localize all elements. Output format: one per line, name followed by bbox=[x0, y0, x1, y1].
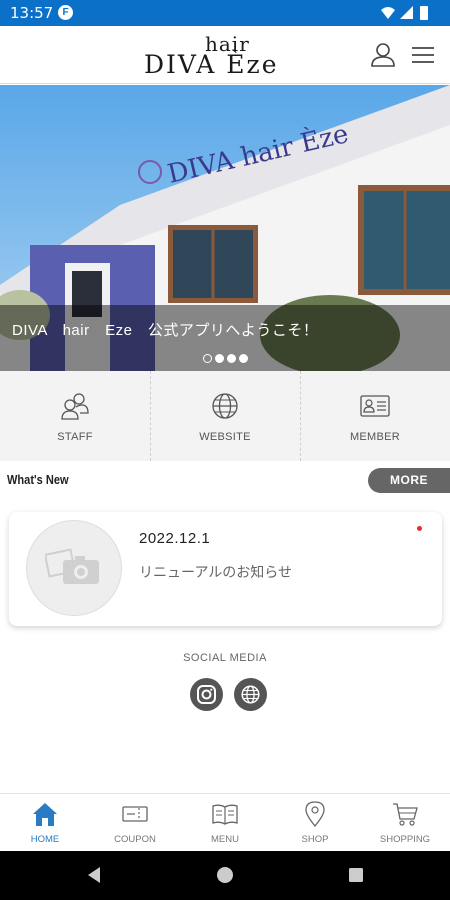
hamburger-menu-icon[interactable] bbox=[410, 42, 436, 68]
instagram-button[interactable] bbox=[190, 678, 223, 711]
quick-nav: STAFF WEBSITE MEMBER bbox=[0, 371, 450, 461]
home-icon bbox=[33, 803, 57, 826]
carousel-dot[interactable] bbox=[238, 354, 248, 363]
signal-icon bbox=[400, 6, 413, 19]
carousel-indicators bbox=[0, 350, 450, 363]
user-icon[interactable] bbox=[370, 42, 396, 68]
website-button[interactable] bbox=[234, 678, 267, 711]
news-title: リニューアルのお知らせ bbox=[139, 564, 293, 580]
whats-new-title: What's New bbox=[7, 472, 69, 487]
tab-coupon[interactable]: COUPON bbox=[90, 794, 180, 852]
hero-caption: DIVA hair Eze 公式アプリへようこそ！ bbox=[12, 322, 319, 339]
globe-icon bbox=[212, 393, 238, 419]
photo-placeholder-icon bbox=[45, 548, 99, 584]
more-button[interactable]: MORE bbox=[368, 468, 450, 493]
quick-nav-label: STAFF bbox=[57, 431, 93, 443]
carousel-dot[interactable] bbox=[214, 354, 224, 363]
news-thumbnail bbox=[26, 520, 122, 616]
quick-nav-member[interactable]: MEMBER bbox=[300, 371, 450, 461]
app-header: hair DIVA Èze bbox=[0, 26, 450, 84]
map-pin-icon bbox=[305, 801, 325, 828]
unread-indicator bbox=[417, 526, 422, 531]
staff-icon bbox=[61, 393, 89, 420]
coupon-icon bbox=[122, 806, 148, 822]
carousel-dot[interactable] bbox=[226, 354, 236, 363]
quick-nav-website[interactable]: WEBSITE bbox=[150, 371, 300, 461]
status-bar: 13:57 F bbox=[0, 0, 450, 26]
tab-home[interactable]: HOME bbox=[0, 794, 90, 852]
hero-carousel[interactable]: DIVA hair Èze DIVA hair Eze 公式アプリへようこそ！ bbox=[0, 85, 450, 371]
tab-menu[interactable]: MENU bbox=[180, 794, 270, 852]
instagram-icon bbox=[197, 685, 216, 704]
system-status-icons bbox=[381, 6, 428, 20]
wifi-icon bbox=[381, 7, 395, 19]
book-icon bbox=[212, 804, 238, 825]
system-navigation-bar bbox=[0, 851, 450, 900]
tab-label: HOME bbox=[30, 834, 60, 845]
tab-shop[interactable]: SHOP bbox=[270, 794, 360, 852]
back-icon[interactable] bbox=[86, 866, 104, 884]
recents-icon[interactable] bbox=[347, 866, 365, 884]
app-notification-icon: F bbox=[58, 5, 73, 20]
tab-label: MENU bbox=[211, 834, 239, 845]
logo-main-text: DIVA Èze bbox=[144, 50, 279, 79]
globe-icon bbox=[241, 685, 260, 704]
brand-logo[interactable]: hair DIVA Èze bbox=[140, 32, 310, 79]
battery-icon bbox=[420, 6, 428, 20]
quick-nav-label: MEMBER bbox=[349, 431, 401, 443]
news-date: 2022.12.1 bbox=[139, 530, 211, 547]
carousel-dot[interactable] bbox=[202, 354, 212, 363]
tab-shopping[interactable]: SHOPPING bbox=[360, 794, 450, 852]
home-button-icon[interactable] bbox=[216, 866, 234, 884]
tab-label: SHOPPING bbox=[379, 834, 431, 845]
quick-nav-label: WEBSITE bbox=[199, 431, 251, 443]
news-card[interactable]: 2022.12.1 リニューアルのお知らせ bbox=[9, 512, 442, 626]
tab-label: SHOP bbox=[301, 834, 329, 845]
member-card-icon bbox=[360, 395, 390, 417]
cart-icon bbox=[393, 803, 418, 826]
social-media-title: SOCIAL MEDIA bbox=[183, 652, 267, 664]
status-time: 13:57 bbox=[10, 4, 54, 22]
bottom-tab-bar: HOME COUPON MENU SHOP SHOPPING bbox=[0, 793, 450, 851]
tab-label: COUPON bbox=[114, 834, 156, 845]
quick-nav-staff[interactable]: STAFF bbox=[0, 371, 150, 461]
